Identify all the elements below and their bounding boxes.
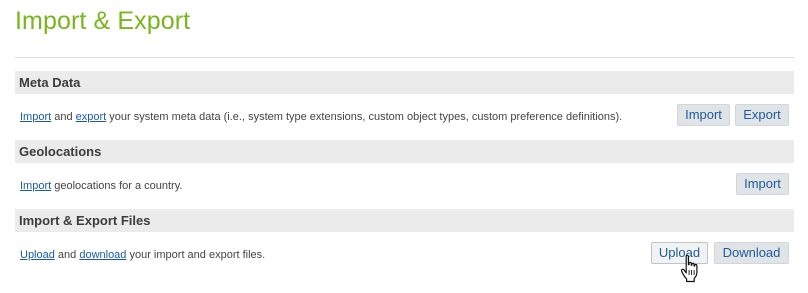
section-description: Upload and download your import and expo… [20, 240, 265, 270]
section-title: Import & Export Files [19, 213, 151, 228]
export-meta-data-link[interactable]: export [76, 111, 107, 123]
section-header-import-export-files: Import & Export Files [15, 209, 794, 232]
import-geolocations-link[interactable]: Import [20, 180, 51, 192]
download-button[interactable]: Download [714, 242, 789, 264]
import-meta-data-link[interactable]: Import [20, 111, 51, 123]
desc-text: your system meta data (i.e., system type… [106, 111, 623, 123]
section-description: Import and export your system meta data … [20, 102, 622, 132]
import-meta-data-button[interactable]: Import [677, 104, 730, 126]
import-geolocations-button[interactable]: Import [736, 173, 789, 195]
desc-text: and [54, 249, 80, 261]
desc-text: geolocations for a country. [51, 180, 183, 192]
upload-link[interactable]: Upload [20, 249, 55, 261]
page-title: Import & Export [15, 7, 191, 35]
hand-pointer-icon [681, 255, 698, 283]
section-row-import-export-files: Upload and download your import and expo… [15, 240, 794, 270]
title-divider [15, 57, 794, 58]
section-description: Import geolocations for a country. [20, 171, 182, 201]
section-title: Meta Data [19, 75, 81, 90]
section-header-meta-data: Meta Data [15, 71, 794, 94]
section-title: Geolocations [19, 144, 102, 159]
section-header-geolocations: Geolocations [15, 140, 794, 163]
download-link[interactable]: download [79, 249, 126, 261]
export-meta-data-button[interactable]: Export [735, 104, 789, 126]
upload-button[interactable]: Upload [651, 242, 708, 264]
desc-text: and [51, 111, 76, 123]
section-row-meta-data: Import and export your system meta data … [15, 102, 794, 132]
section-row-geolocations: Import geolocations for a country. Impor… [15, 171, 794, 201]
desc-text: your import and export files. [126, 249, 266, 261]
